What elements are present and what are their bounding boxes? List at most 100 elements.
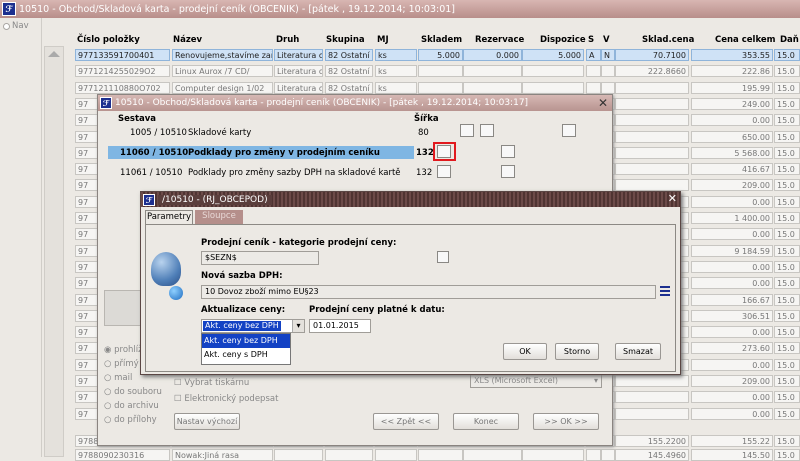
- table-cell[interactable]: ks: [375, 81, 417, 94]
- table-cell[interactable]: Nowak:Jiná rasa: [172, 449, 273, 461]
- table-cell[interactable]: 249.00: [691, 97, 773, 110]
- list-picker-icon[interactable]: [437, 251, 449, 263]
- table-cell[interactable]: 15.0: [774, 146, 800, 159]
- table-cell[interactable]: 1 400.00: [691, 212, 773, 224]
- table-cell[interactable]: 195.99: [691, 81, 773, 94]
- param-ok-button[interactable]: OK: [503, 343, 547, 360]
- table-cell[interactable]: [522, 65, 584, 78]
- param-close-icon[interactable]: ✕: [668, 192, 677, 205]
- table-cell[interactable]: 273.60: [691, 342, 773, 355]
- table-cell[interactable]: 5.000: [522, 49, 584, 61]
- table-cell[interactable]: 0.00: [691, 195, 773, 208]
- table-cell[interactable]: 9788090230316: [75, 449, 170, 461]
- table-cell[interactable]: 9 184.59: [691, 244, 773, 257]
- table-cell[interactable]: 15.0: [774, 49, 800, 61]
- table-cell[interactable]: [615, 407, 689, 420]
- update-select[interactable]: Akt. ceny bez DPH ▾: [201, 319, 305, 333]
- table-cell[interactable]: [463, 65, 522, 78]
- table-cell[interactable]: [615, 375, 689, 387]
- table-cell[interactable]: 209.00: [691, 179, 773, 192]
- table-cell[interactable]: 0.00: [691, 277, 773, 290]
- xml-icon[interactable]: [501, 165, 515, 178]
- param-cancel-button[interactable]: Storno: [555, 343, 599, 360]
- output-mail[interactable]: ○ mail: [104, 373, 132, 383]
- check-printer[interactable]: ☐ Vybrat tiskárnu: [174, 378, 249, 388]
- output-priloha[interactable]: ○ do přílohy: [104, 415, 157, 425]
- table-cell[interactable]: 15.0: [774, 163, 800, 176]
- table-cell[interactable]: 15.0: [774, 277, 800, 290]
- table-cell[interactable]: [522, 449, 584, 461]
- table-cell[interactable]: [418, 81, 463, 94]
- table-cell[interactable]: 209.00: [691, 375, 773, 387]
- table-cell[interactable]: [615, 81, 689, 94]
- tab-sloupce[interactable]: Sloupce: [195, 210, 243, 224]
- table-cell[interactable]: 82 Ostatní z: [325, 49, 373, 61]
- table-cell[interactable]: 0.00: [691, 260, 773, 273]
- date-field[interactable]: 01.01.2015: [309, 319, 371, 333]
- table-cell[interactable]: 306.51: [691, 309, 773, 322]
- table-cell[interactable]: 15.0: [774, 195, 800, 208]
- table-cell[interactable]: 15.0: [774, 244, 800, 257]
- table-cell[interactable]: [615, 97, 689, 110]
- format-select[interactable]: XLS (Microsoft Excel) ▾: [470, 374, 602, 388]
- finish-button[interactable]: Konec: [453, 413, 519, 430]
- table-cell[interactable]: [586, 65, 601, 78]
- table-cell[interactable]: [586, 449, 601, 461]
- table-cell[interactable]: [418, 449, 463, 461]
- table-cell[interactable]: [375, 449, 417, 461]
- table-cell[interactable]: [463, 449, 522, 461]
- table-cell[interactable]: 15.0: [774, 97, 800, 110]
- ok-button[interactable]: >> OK >>: [533, 413, 599, 430]
- output-archiv[interactable]: ○ do archivu: [104, 401, 159, 411]
- table-cell[interactable]: Literatura o: [274, 65, 323, 78]
- check-signature[interactable]: ☐ Elektronický podepsat: [174, 394, 278, 404]
- option-bez-dph[interactable]: Akt. ceny bez DPH: [202, 334, 290, 348]
- back-button[interactable]: << Zpět <<: [373, 413, 439, 430]
- spreadsheet-icon[interactable]: [437, 165, 451, 178]
- table-cell[interactable]: ks: [375, 65, 417, 78]
- table-cell[interactable]: 5.000: [418, 49, 463, 61]
- table-cell[interactable]: [615, 146, 689, 159]
- table-cell[interactable]: Computer design 1/02: [172, 81, 273, 94]
- doc-icon[interactable]: [480, 124, 494, 137]
- table-cell[interactable]: A: [586, 49, 601, 61]
- table-cell[interactable]: N: [601, 49, 615, 61]
- table-cell[interactable]: 15.0: [774, 130, 800, 143]
- option-s-dph[interactable]: Akt. ceny s DPH: [202, 348, 290, 362]
- edit-icon[interactable]: [562, 124, 576, 137]
- table-cell[interactable]: 650.00: [691, 130, 773, 143]
- table-cell[interactable]: 15.0: [774, 65, 800, 78]
- table-cell[interactable]: 0.00: [691, 228, 773, 241]
- table-cell[interactable]: 977121110880O702: [75, 81, 170, 94]
- table-cell[interactable]: 15.0: [774, 449, 800, 461]
- table-cell[interactable]: 15.0: [774, 391, 800, 404]
- table-cell[interactable]: 0.000: [463, 49, 522, 61]
- table-cell[interactable]: [274, 449, 323, 461]
- table-cell[interactable]: [615, 179, 689, 192]
- table-cell[interactable]: 0.00: [691, 407, 773, 420]
- report-close-icon[interactable]: ✕: [598, 96, 608, 110]
- table-cell[interactable]: [601, 81, 615, 94]
- spreadsheet-icon[interactable]: [437, 145, 451, 158]
- table-cell[interactable]: 977133591700401: [75, 49, 170, 61]
- table-cell[interactable]: 15.0: [774, 435, 800, 447]
- table-cell[interactable]: 15.0: [774, 375, 800, 387]
- tab-parametry[interactable]: Parametry: [145, 210, 193, 225]
- table-cell[interactable]: 0.00: [691, 391, 773, 404]
- table-cell[interactable]: 15.0: [774, 212, 800, 224]
- table-cell[interactable]: [325, 449, 373, 461]
- table-cell[interactable]: Renovujeme,stavíme zaříz: [172, 49, 273, 61]
- table-cell[interactable]: 222.8660: [615, 65, 689, 78]
- table-cell[interactable]: 70.7100: [615, 49, 689, 61]
- table-cell[interactable]: Literatura o: [274, 49, 323, 61]
- copy-icon[interactable]: [460, 124, 474, 137]
- table-cell[interactable]: [522, 81, 584, 94]
- table-cell[interactable]: 9771214255029O2: [75, 65, 170, 78]
- table-cell[interactable]: 15.0: [774, 309, 800, 322]
- table-cell[interactable]: 5 568.00: [691, 146, 773, 159]
- table-cell[interactable]: [463, 81, 522, 94]
- table-cell[interactable]: 155.22: [691, 435, 773, 447]
- table-cell[interactable]: 155.2200: [615, 435, 689, 447]
- table-cell[interactable]: [601, 65, 615, 78]
- table-cell[interactable]: 0.00: [691, 114, 773, 127]
